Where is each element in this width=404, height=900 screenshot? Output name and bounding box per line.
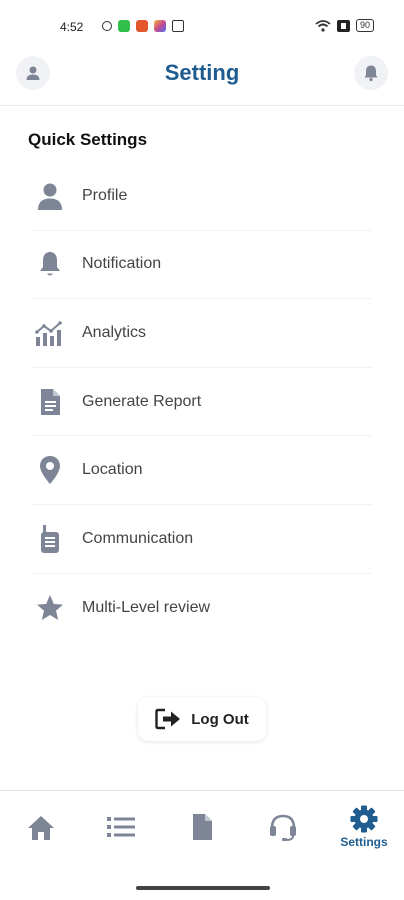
- menu-item-label: Location: [82, 461, 143, 479]
- status-system-icons: 90: [315, 19, 374, 32]
- menu-item-location[interactable]: Location: [32, 436, 372, 505]
- menu-item-label: Communication: [82, 529, 194, 547]
- sim-icon: [336, 19, 350, 32]
- walkie-talkie-icon: [32, 521, 68, 557]
- logout-icon: [155, 708, 181, 730]
- wifi-icon: [315, 19, 331, 32]
- gear-icon: [350, 805, 378, 833]
- status-time: 4:52: [60, 20, 84, 34]
- menu-item-communication[interactable]: Communication: [32, 505, 372, 574]
- document-icon: [32, 384, 68, 420]
- notifications-button[interactable]: [354, 56, 388, 90]
- nav-support[interactable]: [253, 813, 313, 841]
- bottom-navigation: Settings: [0, 790, 404, 868]
- menu-item-multi-level-review[interactable]: Multi-Level review: [32, 574, 372, 643]
- menu-item-profile[interactable]: Profile: [32, 162, 372, 231]
- menu-item-analytics[interactable]: Analytics: [32, 299, 372, 368]
- nav-settings-label: Settings: [340, 835, 388, 849]
- quick-settings-list: Profile Notification Analytics Generate …: [32, 162, 372, 642]
- list-icon: [107, 817, 135, 837]
- analytics-icon: [32, 315, 68, 351]
- nav-home[interactable]: [11, 815, 71, 841]
- headset-icon: [270, 814, 296, 841]
- logout-label: Log Out: [191, 710, 249, 728]
- app-notification-icon: [154, 20, 166, 32]
- star-icon: [32, 590, 68, 626]
- app-notification-icon: [118, 20, 130, 32]
- page-title: Setting: [164, 60, 240, 85]
- status-bar: 4:52 90: [0, 0, 404, 44]
- bell-icon: [364, 65, 378, 82]
- menu-item-label: Profile: [82, 186, 128, 204]
- app-notification-icon: [136, 20, 148, 32]
- menu-item-label: Generate Report: [82, 392, 202, 410]
- bell-icon: [32, 246, 68, 282]
- section-title: Quick Settings: [28, 130, 148, 149]
- menu-item-notification[interactable]: Notification: [32, 231, 372, 300]
- home-icon: [28, 816, 54, 840]
- home-indicator[interactable]: [136, 886, 270, 890]
- location-pin-icon: [32, 452, 68, 488]
- menu-item-label: Multi-Level review: [82, 598, 211, 616]
- battery-indicator: 90: [355, 19, 374, 32]
- nav-documents[interactable]: [172, 813, 232, 841]
- menu-item-label: Analytics: [82, 323, 147, 341]
- user-icon: [32, 178, 68, 214]
- menu-item-label: Notification: [82, 255, 162, 273]
- menu-item-generate-report[interactable]: Generate Report: [32, 368, 372, 437]
- nav-settings[interactable]: Settings: [334, 805, 394, 849]
- status-notification-icons: [102, 20, 184, 32]
- app-header: Setting: [0, 48, 404, 106]
- app-notification-icon: [172, 20, 184, 32]
- logout-button[interactable]: Log Out: [138, 697, 266, 741]
- nav-list[interactable]: [91, 815, 151, 839]
- app-notification-icon: [102, 21, 112, 31]
- document-icon: [193, 814, 212, 840]
